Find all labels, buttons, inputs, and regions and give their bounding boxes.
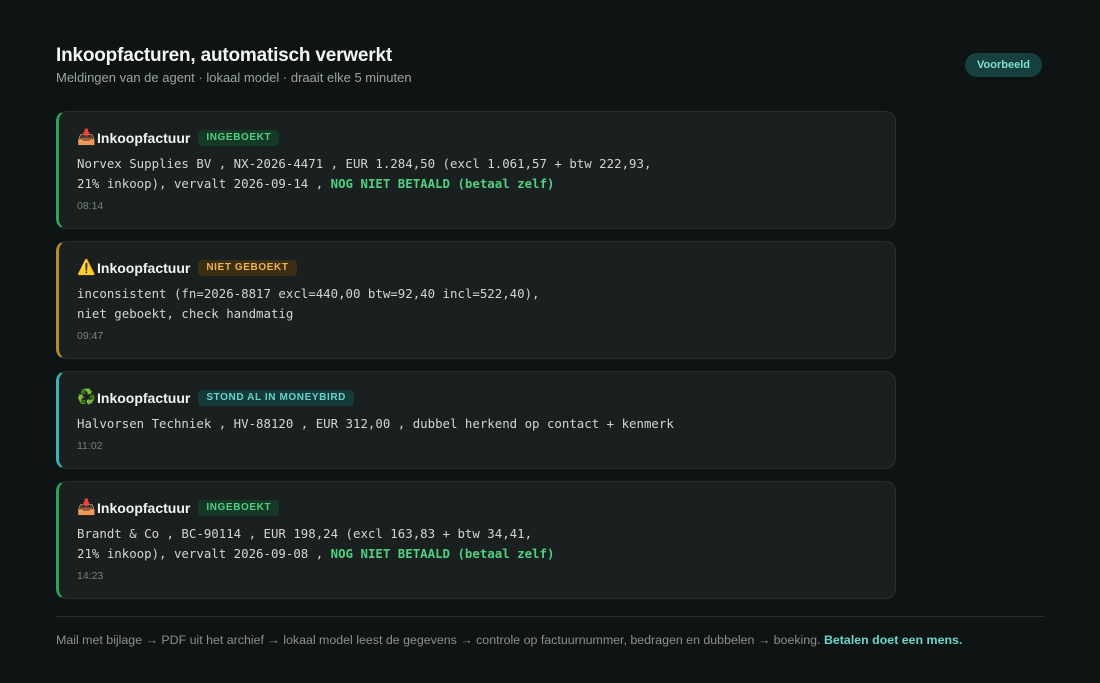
status-badge: INGEBOEKT [198,500,280,516]
inbox-tray-icon: 📥 [77,129,96,146]
message-line: 21% inkoop), vervalt 2026-09-08 , [77,546,331,561]
page-subtitle: Meldingen van de agent · lokaal model · … [56,70,412,85]
card-message: Norvex Supplies BV , NX-2026-4471 , EUR … [77,154,877,194]
notification-card[interactable]: ⚠️ Inkoopfactuur NIET GEBOEKT inconsiste… [56,241,896,359]
message-line: 21% inkoop), vervalt 2026-09-14 , [77,176,331,191]
card-timestamp: 11:02 [77,440,103,452]
notification-card[interactable]: ♻️ Inkoopfactuur STOND AL IN MONEYBIRD H… [56,371,896,469]
card-header: 📥 Inkoopfactuur INGEBOEKT [77,127,877,149]
card-header: ♻️ Inkoopfactuur STOND AL IN MONEYBIRD [77,387,877,409]
inbox-tray-icon: 📥 [77,499,96,516]
card-title: Inkoopfactuur [97,260,191,276]
message-line: Halvorsen Techniek , HV-88120 , EUR 312,… [77,416,674,431]
card-timestamp: 14:23 [77,570,104,582]
pipeline-emphasis: Betalen doet een mens. [823,633,963,647]
card-header: 📥 Inkoopfactuur INGEBOEKT [77,497,877,519]
card-message: inconsistent (fn=2026-8817 excl=440,00 b… [77,284,877,324]
pipeline-footer: Mail met bijlage → PDF uit het archief →… [56,632,962,648]
card-header: ⚠️ Inkoopfactuur NIET GEBOEKT [77,257,877,279]
warning-icon: ⚠️ [77,259,96,276]
example-badge: Voorbeeld [965,53,1042,77]
message-line: Norvex Supplies BV , NX-2026-4471 , EUR … [77,156,652,171]
page-header: Inkoopfacturen, automatisch verwerkt Mel… [56,44,412,86]
footer-divider [56,616,1044,617]
page-title: Inkoopfacturen, automatisch verwerkt [56,45,392,66]
message-line: niet geboekt, check handmatig [77,306,294,321]
notification-card[interactable]: 📥 Inkoopfactuur INGEBOEKT Brandt & Co , … [56,481,896,599]
notification-card[interactable]: 📥 Inkoopfactuur INGEBOEKT Norvex Supplie… [56,111,896,229]
recycle-icon: ♻️ [77,389,96,406]
card-timestamp: 09:47 [77,330,104,342]
card-message: Halvorsen Techniek , HV-88120 , EUR 312,… [77,414,877,434]
card-message: Brandt & Co , BC-90114 , EUR 198,24 (exc… [77,524,877,564]
card-title: Inkoopfactuur [97,130,191,146]
notifications-page: Inkoopfacturen, automatisch verwerkt Mel… [0,0,1100,683]
unpaid-notice: NOG NIET BETAALD (betaal zelf) [330,176,555,191]
pipeline-description: Mail met bijlage → PDF uit het archief →… [56,633,824,647]
message-line: Brandt & Co , BC-90114 , EUR 198,24 (exc… [77,526,533,541]
status-badge: STOND AL IN MONEYBIRD [198,390,354,406]
message-line: inconsistent (fn=2026-8817 excl=440,00 b… [77,286,540,301]
status-badge: INGEBOEKT [198,130,280,146]
unpaid-notice: NOG NIET BETAALD (betaal zelf) [330,546,555,561]
status-badge: NIET GEBOEKT [198,260,297,276]
notification-list: 📥 Inkoopfactuur INGEBOEKT Norvex Supplie… [56,111,896,611]
card-title: Inkoopfactuur [97,390,191,406]
card-timestamp: 08:14 [77,200,104,212]
card-title: Inkoopfactuur [97,500,191,516]
